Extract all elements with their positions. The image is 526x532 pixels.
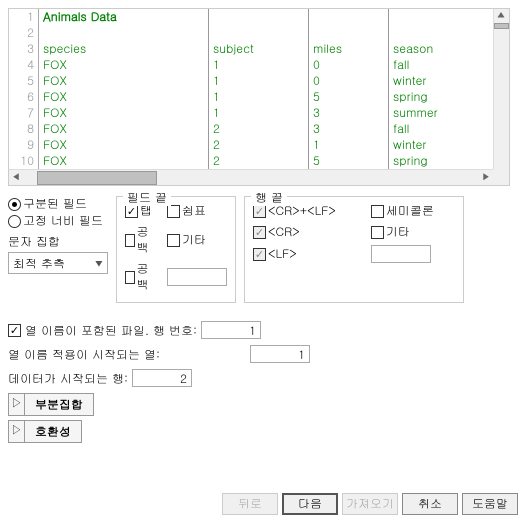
has-header-label: 열 이름이 포함된 파일. 행 번호: [25,322,197,339]
scroll-right-icon[interactable]: ▶ [479,171,493,185]
spaces-check[interactable] [125,271,135,284]
lf-check[interactable] [253,248,266,261]
line-other-check[interactable] [371,226,384,239]
vscroll-thumb[interactable] [494,23,509,29]
import-button[interactable]: 가져오기 [342,493,398,515]
help-button[interactable]: 도움말 [462,493,518,515]
has-header-check[interactable] [8,324,21,337]
preview-col-2: subject1 11 12 22 [209,9,309,169]
data-start-input[interactable]: 2 [132,369,192,387]
col-start-label: 열 이름 적용이 시작되는 열: [8,346,160,363]
chevron-down-icon: ▼ [95,257,103,270]
line-number-gutter: 12 34 56 78 910 [9,9,39,169]
subset-expander[interactable]: ▷ 부분집합 [8,393,94,416]
data-start-label: 데이터가 시작되는 행: [8,370,128,387]
triangle-right-icon: ▷ [9,421,25,442]
col-start-input[interactable]: 1 [250,345,310,363]
scroll-up-icon[interactable]: ▲ [494,9,508,23]
vertical-scrollbar[interactable]: ▲ [493,9,509,169]
field-other-input[interactable] [167,268,227,286]
field-eol-group: 필드 끝 탭 쉼표 공백 기타 공백 [116,196,236,303]
fixed-width-label: 고정 너비 필드 [23,213,103,229]
crlf-check[interactable] [253,205,266,218]
delimited-fields-radio[interactable] [8,198,21,211]
compat-expander[interactable]: ▷ 호환성 [8,420,82,443]
scroll-left-icon[interactable]: ◀ [9,171,23,185]
field-eol-title: 필드 끝 [123,189,171,206]
delimited-fields-label: 구분된 필드 [23,196,87,212]
back-button[interactable]: 뒤로 [222,493,278,515]
semicolon-check[interactable] [371,205,384,218]
horizontal-scrollbar[interactable]: ◀ ▶ [9,169,493,185]
field-other-check[interactable] [167,234,180,247]
space-check[interactable] [125,234,135,247]
charset-label: 문자 집합 [8,233,108,250]
charset-combo[interactable]: 최적 추측 ▼ [8,252,108,274]
preview-col-3: miles0 05 33 15 [309,9,389,169]
comma-check[interactable] [167,205,180,218]
charset-value: 최적 추측 [13,255,65,272]
cr-check[interactable] [253,226,266,239]
preview-col-4: seasonfall winterspring summerfall winte… [389,9,509,169]
tab-check[interactable] [125,205,138,218]
line-other-input[interactable] [371,245,431,263]
cancel-button[interactable]: 취소 [402,493,458,515]
header-row-input[interactable]: 1 [201,321,261,339]
hscroll-thumb[interactable] [37,171,157,185]
fixed-width-radio[interactable] [8,215,21,228]
triangle-right-icon: ▷ [9,394,25,415]
data-preview: 12 34 56 78 910 Animals Data speciesFOX … [8,8,510,186]
line-eol-group: 행 끝 <CR>+<LF> 세미콜론 <CR> 기타 <LF> [244,196,464,303]
next-button[interactable]: 다음 [282,493,338,515]
preview-col-1: Animals Data speciesFOX FOXFOX FOXFOX FO… [39,9,209,169]
line-eol-title: 행 끝 [251,189,287,206]
